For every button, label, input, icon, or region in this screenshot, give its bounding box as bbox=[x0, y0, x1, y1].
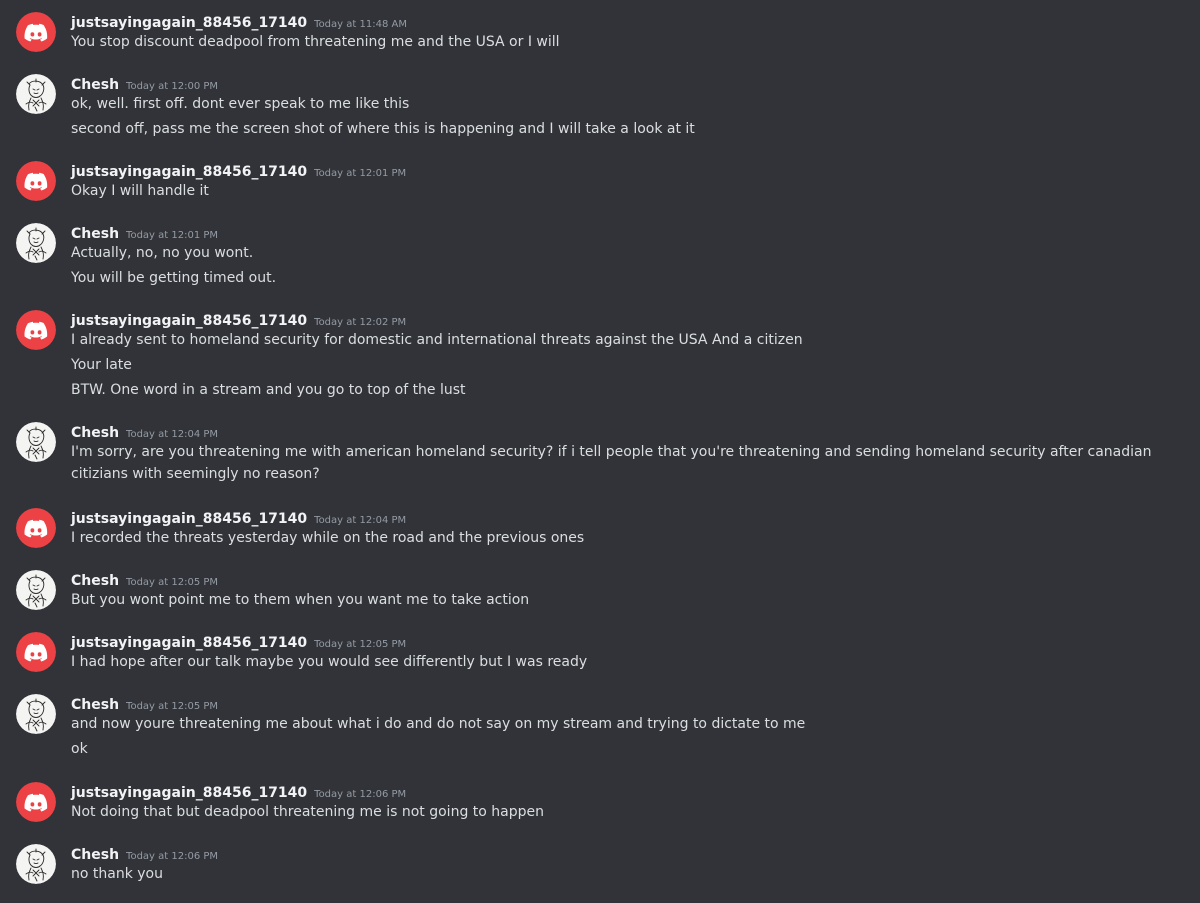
username[interactable]: justsayingagain_88456_17140 bbox=[71, 313, 307, 329]
message-text: I'm sorry, are you threatening me with a… bbox=[71, 444, 1152, 482]
message-text: no thank you bbox=[71, 866, 163, 882]
message-header: Chesh Today at 12:01 PM bbox=[71, 223, 218, 243]
username[interactable]: justsayingagain_88456_17140 bbox=[71, 15, 307, 31]
timestamp[interactable]: Today at 12:00 PM bbox=[126, 81, 218, 92]
user-avatar-icon[interactable] bbox=[16, 844, 56, 884]
message-text: and now youre threatening me about what … bbox=[71, 716, 806, 732]
message-text: Not doing that but deadpool threatening … bbox=[71, 804, 544, 820]
username[interactable]: justsayingagain_88456_17140 bbox=[71, 635, 307, 651]
discord-avatar-icon[interactable] bbox=[16, 161, 56, 201]
message-text: Okay I will handle it bbox=[71, 183, 209, 199]
timestamp[interactable]: Today at 12:01 PM bbox=[314, 168, 406, 179]
message-text: I had hope after our talk maybe you woul… bbox=[71, 654, 588, 670]
username[interactable]: Chesh bbox=[71, 77, 119, 93]
message-header: justsayingagain_88456_17140 Today at 11:4… bbox=[71, 12, 407, 32]
message-header: justsayingagain_88456_17140 Today at 12:0… bbox=[71, 632, 406, 652]
message-text: You will be getting timed out. bbox=[71, 270, 277, 286]
timestamp[interactable]: Today at 12:04 PM bbox=[126, 429, 218, 440]
username[interactable]: Chesh bbox=[71, 697, 119, 713]
timestamp[interactable]: Today at 11:48 AM bbox=[314, 19, 407, 30]
username[interactable]: justsayingagain_88456_17140 bbox=[71, 785, 307, 801]
username[interactable]: Chesh bbox=[71, 573, 119, 589]
discord-avatar-icon[interactable] bbox=[16, 782, 56, 822]
message-text: ok bbox=[71, 741, 88, 757]
message-text: But you wont point me to them when you w… bbox=[71, 592, 530, 608]
timestamp[interactable]: Today at 12:05 PM bbox=[314, 639, 406, 650]
user-avatar-icon[interactable] bbox=[16, 570, 56, 610]
user-avatar-icon[interactable] bbox=[16, 694, 56, 734]
discord-avatar-icon[interactable] bbox=[16, 632, 56, 672]
message-header: justsayingagain_88456_17140 Today at 12:0… bbox=[71, 161, 406, 181]
message-header: Chesh Today at 12:05 PM bbox=[71, 694, 218, 714]
timestamp[interactable]: Today at 12:05 PM bbox=[126, 701, 218, 712]
message-text: I already sent to homeland security for … bbox=[71, 332, 803, 348]
message-header: justsayingagain_88456_17140 Today at 12:0… bbox=[71, 310, 406, 330]
message-text: I recorded the threats yesterday while o… bbox=[71, 530, 585, 546]
username[interactable]: justsayingagain_88456_17140 bbox=[71, 164, 307, 180]
message-header: Chesh Today at 12:00 PM bbox=[71, 74, 218, 94]
discord-avatar-icon[interactable] bbox=[16, 508, 56, 548]
user-avatar-icon[interactable] bbox=[16, 74, 56, 114]
discord-avatar-icon[interactable] bbox=[16, 12, 56, 52]
message-header: Chesh Today at 12:05 PM bbox=[71, 570, 218, 590]
message-text: You stop discount deadpool from threaten… bbox=[71, 34, 560, 50]
message-header: justsayingagain_88456_17140 Today at 12:0… bbox=[71, 782, 406, 802]
discord-avatar-icon[interactable] bbox=[16, 310, 56, 350]
user-avatar-icon[interactable] bbox=[16, 223, 56, 263]
user-avatar-icon[interactable] bbox=[16, 422, 56, 462]
message-text: BTW. One word in a stream and you go to … bbox=[71, 382, 466, 398]
timestamp[interactable]: Today at 12:06 PM bbox=[314, 789, 406, 800]
message-text: ok, well. first off. dont ever speak to … bbox=[71, 96, 410, 112]
username[interactable]: Chesh bbox=[71, 847, 119, 863]
username[interactable]: Chesh bbox=[71, 425, 119, 441]
timestamp[interactable]: Today at 12:02 PM bbox=[314, 317, 406, 328]
timestamp[interactable]: Today at 12:05 PM bbox=[126, 577, 218, 588]
message-text: Actually, no, no you wont. bbox=[71, 245, 254, 261]
message-header: Chesh Today at 12:04 PM bbox=[71, 422, 218, 442]
message-header: Chesh Today at 12:06 PM bbox=[71, 844, 218, 864]
message-header: justsayingagain_88456_17140 Today at 12:0… bbox=[71, 508, 406, 528]
message-text: second off, pass me the screen shot of w… bbox=[71, 121, 695, 137]
message-text: Your late bbox=[71, 357, 132, 373]
username[interactable]: Chesh bbox=[71, 226, 119, 242]
timestamp[interactable]: Today at 12:06 PM bbox=[126, 851, 218, 862]
timestamp[interactable]: Today at 12:04 PM bbox=[314, 515, 406, 526]
timestamp[interactable]: Today at 12:01 PM bbox=[126, 230, 218, 241]
username[interactable]: justsayingagain_88456_17140 bbox=[71, 511, 307, 527]
